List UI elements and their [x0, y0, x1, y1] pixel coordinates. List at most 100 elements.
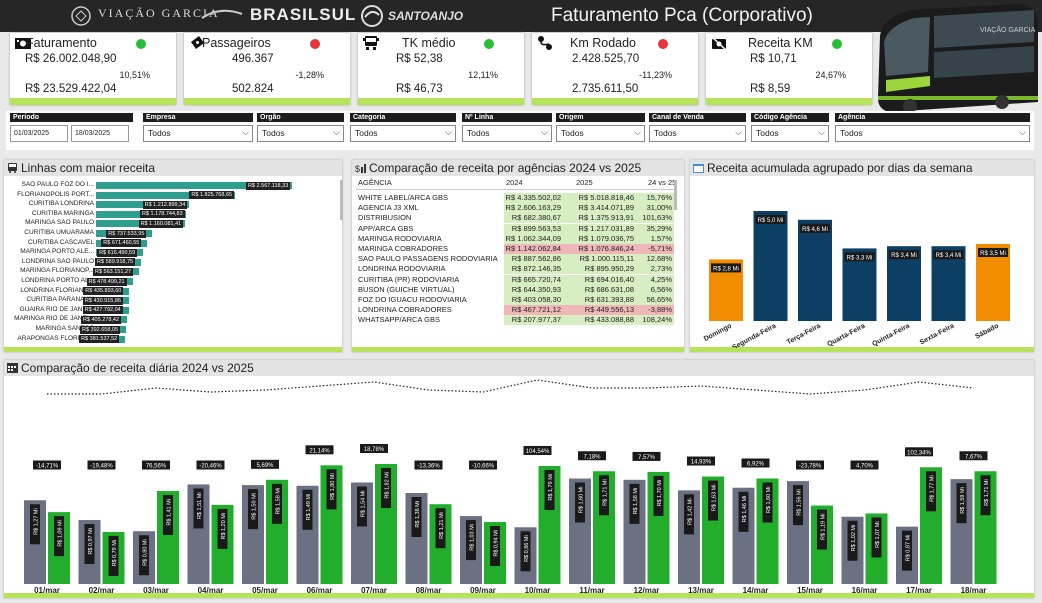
agency-name: FOZ DO IGUACU RODOVIARIA [358, 295, 467, 304]
bar-value-label: R$ 1,63 Mi [712, 485, 718, 512]
cell-pct: 1,57% [650, 233, 672, 243]
column-header[interactable]: 24 vs 25 [648, 178, 676, 188]
table-row[interactable]: APP/ARCA GBS R$ 899.563,53 R$ 1.217.031,89… [356, 223, 674, 234]
agency-name: APP/ARCA GBS [358, 223, 414, 233]
filter-dropdown[interactable]: Todos ⌵ [835, 125, 1030, 142]
semana-chart: R$ 2,8 Mi Domingo R$ 5,0 Mi Segunda-Feira R$… [703, 211, 1010, 348]
kpi-card[interactable]: TK médio R$ 52,38 12,11% R$ 46,73 [358, 33, 524, 105]
table-row[interactable]: MARINGA RODOVIARIA R$ 1.062.344,09 R$ 1.07… [356, 233, 674, 244]
panel-title: Receita acumulada agrupado por dias da s… [707, 161, 973, 175]
filter-dropdown[interactable]: Todos ⌵ [350, 125, 456, 142]
variation-label: 6,92% [747, 462, 765, 468]
camera-off-icon [711, 36, 727, 50]
agency-name: AGENCIA J3 XML [358, 203, 419, 213]
bar-value-label: R$ 563.151,27 [92, 267, 134, 276]
bar-value-label: R$ 1.160.081,41 [138, 219, 184, 228]
kpi-title: Receita KM [748, 36, 813, 50]
bar-value-label: R$ 737.533,95 [106, 229, 147, 238]
kpi-card[interactable]: Receita KM R$ 10,71 24,67% R$ 8,59 [706, 33, 872, 105]
table-row[interactable]: WHITE LABEL/ARCA GBS R$ 4.335.502,02 R$ 5.… [356, 193, 674, 203]
filter-label: Empresa [143, 113, 253, 122]
kpi-card[interactable]: Passageiros 496.367 -1,28% 502.824 [184, 33, 350, 105]
bar-value-label: R$ 1,27 Mi [34, 508, 40, 535]
cell-pct: 4,25% [650, 274, 672, 284]
kpi-value-2025: 496.367 [232, 53, 274, 65]
dropdown-value: Todos [654, 128, 677, 138]
row-label: FLORIANOPOLIS PORT... [17, 190, 94, 198]
column-header[interactable]: 2024 [506, 178, 523, 188]
table-row[interactable]: DISTRIBUSION R$ 682.380,67 R$ 1.375.913,91… [356, 213, 674, 224]
scrollbar[interactable] [340, 180, 343, 220]
table-row[interactable]: LONDRINA COBRADORES R$ 467.721,12 R$ 449.5… [356, 305, 674, 316]
kpi-value-2024: R$ 8,59 [750, 83, 791, 95]
filter-label: Canal de Venda [649, 113, 746, 122]
table-row[interactable]: WHATSAPP/ARCA GBS R$ 207.977,37 R$ 433.088… [356, 315, 674, 326]
table-row[interactable]: AGENCIA J3 XML R$ 2.606.163,29 R$ 3.414.07… [356, 203, 674, 214]
variation-label: 4,70% [856, 464, 874, 470]
kpi-variation: -1,28% [295, 70, 324, 80]
x-tick-label: 16/mar [852, 586, 878, 594]
weekday-label: Sexta-Feira [919, 323, 956, 347]
table-row[interactable]: FOZ DO IGUACU RODOVIARIA R$ 403.058,30 R$ … [356, 295, 674, 305]
status-dot [136, 39, 146, 49]
table-row[interactable]: CURITIBA (PR) RODOVIARIA R$ 665.720,74 R$ … [356, 274, 674, 285]
weekday-label: Sábado [974, 323, 1000, 341]
cell-pct: 35,29% [646, 223, 672, 233]
cell-v2025: R$ 1.000.115,11 [579, 254, 634, 264]
filter-label: Categoria [350, 113, 456, 122]
agency-name: DISTRIBUSION [358, 213, 412, 223]
bus-front-icon [8, 163, 17, 173]
santoanjo-logo: SANTOANJO [388, 9, 464, 23]
start-date-input[interactable]: 01/03/2025 [10, 125, 68, 142]
status-dot [832, 39, 842, 49]
status-dot [310, 39, 320, 49]
weekday-bar[interactable] [753, 211, 788, 321]
column-header[interactable]: 2025 [576, 178, 593, 188]
cell-v2025: R$ 895.950,29 [584, 264, 634, 274]
column-header[interactable]: AGÊNCIA [358, 178, 392, 188]
chevron-down-icon: ⌵ [541, 127, 548, 137]
weekday-bar[interactable] [798, 219, 832, 321]
variation-label: 5,69% [256, 463, 274, 469]
table-row[interactable]: LONDRINA RODOVIARIA R$ 872.146,35 R$ 895.9… [356, 264, 674, 275]
filter-dropdown[interactable]: Todos ⌵ [143, 125, 253, 142]
scrollbar[interactable] [674, 180, 677, 210]
filter-dropdown[interactable]: Todos ⌵ [556, 125, 645, 142]
table-row[interactable]: BUSON (GUICHE VIRTUAL) R$ 644.350,93 R$ 68… [356, 284, 674, 295]
filter-dropdown[interactable]: Todos ⌵ [649, 125, 746, 142]
dropdown-value: Todos [262, 128, 285, 138]
kpi-value-2025: 2.428.525,70 [572, 53, 640, 65]
cell-v2025: R$ 631.393,88 [584, 295, 634, 304]
bar-value-label: R$ 1.825.768,65 [189, 191, 235, 200]
filter-orgo: Orgão Todos ⌵ [257, 113, 344, 142]
row-label: CURITIBA LONDRINA [28, 200, 94, 208]
kpi-title: TK médio [402, 36, 456, 50]
filter-periodo: Período [10, 113, 133, 122]
x-tick-label: 01/mar [34, 586, 60, 594]
panel-title: Comparação de receita por agências 2024 … [369, 161, 642, 175]
panel-header: $ Comparação de receita por agências 202… [352, 160, 684, 176]
route-icon [538, 36, 552, 50]
table-row[interactable]: MARINGA COBRADORES R$ 1.142.062,84 R$ 1.07… [356, 244, 674, 254]
filter-dropdown[interactable]: Todos ⌵ [751, 125, 829, 142]
cell-v2025: R$ 694.016,40 [584, 274, 634, 284]
x-tick-label: 03/mar [143, 586, 169, 594]
cell-v2024: R$ 644.350,93 [511, 284, 561, 294]
kpi-variation: 24,67% [815, 70, 846, 80]
cell-v2024: R$ 682.380,67 [511, 213, 561, 223]
x-tick-label: 15/mar [797, 586, 823, 594]
kpi-card[interactable]: Faturamento R$ 26.002.048,90 10,51% R$ 23.5… [10, 33, 176, 105]
row-label: MARINGA FLORIANOP... [20, 267, 94, 275]
filter-dropdown[interactable]: Todos ⌵ [257, 125, 344, 142]
bar-value-label: R$ 1,71 Mi [603, 479, 609, 506]
table-row[interactable]: SAO PAULO PASSAGENS RODOVIARIA R$ 887.562… [356, 254, 674, 265]
kpi-card[interactable]: Km Rodado 2.428.525,70 -11,23% 2.735.611,50 [532, 33, 698, 105]
bar-value-label: R$ 1,49 Mi [306, 494, 312, 521]
filter-dropdown[interactable]: Todos ⌵ [462, 125, 552, 142]
money-chart-icon: $ [355, 164, 366, 173]
weekday-label: Quinta-Feira [871, 323, 911, 348]
filter-label: Período [10, 113, 133, 122]
filter-empresa: Empresa Todos ⌵ [143, 113, 253, 142]
bar-value-label: R$ 1,71 Mi [984, 479, 990, 506]
end-date-input[interactable]: 18/03/2025 [71, 125, 129, 142]
